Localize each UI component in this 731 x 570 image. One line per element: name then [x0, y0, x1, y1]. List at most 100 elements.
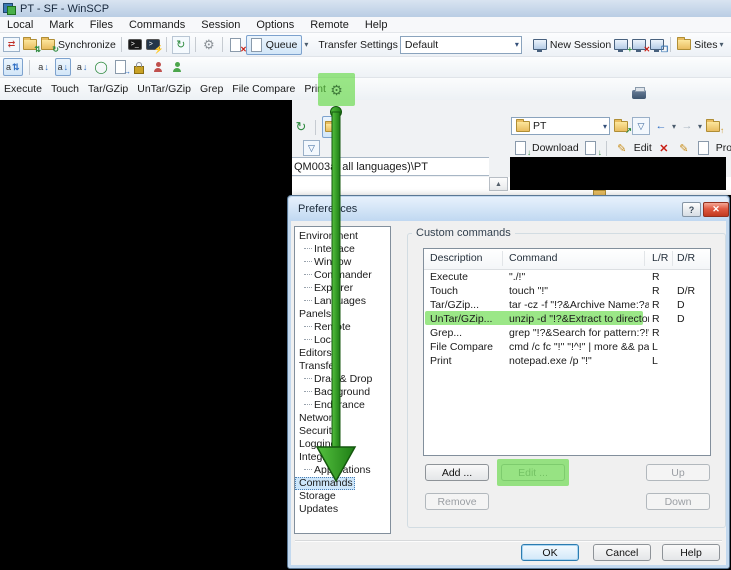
menu-commands[interactable]: Commands — [129, 19, 185, 31]
table-row[interactable]: Tar/GZip... tar -cz -f "!?&Archive Name:… — [424, 298, 710, 312]
tree-item-integration[interactable]: Integration — [295, 451, 390, 464]
properties-button[interactable]: Properti — [716, 142, 731, 154]
sort-time-icon[interactable]: ◯ — [93, 59, 109, 75]
cmd-touch-button[interactable]: Touch — [51, 83, 79, 95]
synchronize-browsing-icon[interactable]: ⇅ — [22, 37, 38, 53]
menu-remote[interactable]: Remote — [310, 19, 349, 31]
preferences-gear-icon[interactable]: ⚙ — [201, 37, 217, 53]
tree-item-commands-selected[interactable]: Commands — [295, 477, 355, 490]
download-button[interactable]: Download — [532, 142, 579, 154]
scrollbar-up-button[interactable]: ▲ — [489, 177, 508, 191]
forward-icon[interactable]: → — [679, 118, 695, 134]
menu-help[interactable]: Help — [365, 19, 388, 31]
sort-ext-icon[interactable]: a↓ — [74, 59, 90, 75]
drive-combobox[interactable]: PT ▾ — [511, 117, 610, 135]
sort-name-asc-icon[interactable]: a↓ — [36, 59, 52, 75]
tree-item-storage[interactable]: Storage — [295, 490, 390, 503]
tree-item-commander[interactable]: Commander — [295, 269, 390, 282]
col-description[interactable]: Description — [430, 252, 483, 264]
tree-item-editors[interactable]: Editors — [295, 347, 390, 360]
new-session-icon[interactable] — [532, 37, 548, 53]
ok-button[interactable]: OK — [521, 544, 579, 561]
edit-button[interactable]: Edit — [634, 142, 652, 154]
close-icon[interactable]: ✕ — [703, 202, 729, 217]
table-row-untargzip-highlighted[interactable]: UnTar/GZip... unzip -d "!?&Extract to di… — [424, 312, 710, 326]
abort-queue-icon[interactable]: ✕ — [228, 37, 244, 53]
col-command[interactable]: Command — [509, 252, 557, 264]
sort-rights-icon[interactable] — [131, 59, 147, 75]
duplicate-session-icon[interactable]: ❐ — [649, 37, 665, 53]
console-icon[interactable]: >_ — [127, 37, 143, 53]
tree-item-logging[interactable]: Logging — [295, 438, 390, 451]
new-session-button[interactable]: New Session — [550, 39, 611, 51]
tree-item-interface[interactable]: Interface — [295, 243, 390, 256]
menu-mark[interactable]: Mark — [49, 19, 73, 31]
tree-item-local[interactable]: Local — [295, 334, 390, 347]
dialog-help-icon[interactable]: ? — [682, 202, 701, 217]
table-row[interactable]: Print notepad.exe /p "!" L — [424, 354, 710, 368]
sort-owner-icon[interactable] — [150, 59, 166, 75]
tree-item-remote[interactable]: Remote — [295, 321, 390, 334]
cmd-targzip-button[interactable]: Tar/GZip — [88, 83, 128, 95]
preferences-gear-icon[interactable]: ⚙ — [330, 83, 343, 97]
download-and-delete-icon[interactable]: ↓ — [583, 140, 599, 156]
tree-item-background[interactable]: Background — [295, 386, 390, 399]
tree-item-languages[interactable]: Languages — [295, 295, 390, 308]
table-row[interactable]: Grep... grep "!?&Search for pattern:?!".… — [424, 326, 710, 340]
parent-directory-icon[interactable]: ↑ — [705, 118, 721, 134]
cancel-button[interactable]: Cancel — [593, 544, 651, 561]
tree-item-network[interactable]: Network — [295, 412, 390, 425]
up-button[interactable]: Up — [646, 464, 710, 481]
cmd-grep-button[interactable]: Grep — [200, 83, 223, 95]
filter-icon[interactable]: ▽ — [303, 140, 320, 156]
tree-item-panels[interactable]: Panels — [295, 308, 390, 321]
compare-panels-icon[interactable]: ⇄ — [3, 37, 20, 52]
tree-item-environment[interactable]: Environment — [295, 230, 390, 243]
filter-icon[interactable]: ▽ — [632, 117, 650, 135]
tree-item-endurance[interactable]: Endurance — [295, 399, 390, 412]
refresh-icon[interactable]: ↻ — [172, 36, 190, 54]
sort-name-toggle[interactable]: a↓ — [55, 58, 72, 76]
sort-both-toggle[interactable]: a⇅ — [3, 58, 23, 76]
cmd-execute-button[interactable]: Execute — [4, 83, 42, 95]
sites-folder-icon[interactable] — [676, 37, 692, 53]
down-button[interactable]: Down — [646, 493, 710, 510]
table-row[interactable]: Touch touch "!" R D/R — [424, 284, 710, 298]
cmd-filecompare-button[interactable]: File Compare — [232, 83, 295, 95]
printer-icon[interactable] — [631, 84, 647, 100]
close-session-icon[interactable]: ✕ — [631, 37, 647, 53]
open-terminal-icon[interactable]: >⚡ — [145, 37, 161, 53]
tree-item-transfer[interactable]: Transfer — [295, 360, 390, 373]
menu-files[interactable]: Files — [90, 19, 113, 31]
menu-options[interactable]: Options — [256, 19, 294, 31]
tree-view-toggle[interactable] — [322, 116, 340, 138]
rename-pencil-icon[interactable]: ✎ — [676, 140, 692, 156]
tree-item-updates[interactable]: Updates — [295, 503, 390, 516]
synchronize-button[interactable]: Synchronize — [58, 39, 116, 51]
attach-session-icon[interactable]: + — [613, 37, 629, 53]
synchronize-icon[interactable]: ↻ — [40, 37, 56, 53]
help-button[interactable]: Help — [662, 544, 720, 561]
back-dropdown-arrow[interactable]: ▾ — [672, 122, 676, 131]
transfer-settings-combobox[interactable]: Default ▾ — [400, 36, 522, 54]
tree-item-explorer[interactable]: Explorer — [295, 282, 390, 295]
menu-local[interactable]: Local — [7, 19, 33, 31]
table-row[interactable]: File Compare cmd /c fc "!" "!^!" | more … — [424, 340, 710, 354]
cmd-untargzip-button[interactable]: UnTar/GZip — [137, 83, 191, 95]
remote-path-bar[interactable]: QM003a; all languages)\PT — [292, 157, 489, 176]
queue-dropdown-arrow[interactable]: ▾ — [304, 40, 308, 49]
sort-group-icon[interactable] — [169, 59, 185, 75]
add-button[interactable]: Add ... — [425, 464, 489, 481]
remove-button[interactable]: Remove — [425, 493, 489, 510]
sort-size-icon[interactable]: → — [112, 59, 128, 75]
tree-item-window[interactable]: Window — [295, 256, 390, 269]
properties-page-icon[interactable] — [696, 140, 712, 156]
tree-item-security[interactable]: Security — [295, 425, 390, 438]
menu-session[interactable]: Session — [201, 19, 240, 31]
col-lr[interactable]: L/R — [652, 252, 668, 264]
queue-toggle-button[interactable]: Queue — [246, 35, 303, 55]
forward-dropdown-arrow[interactable]: ▾ — [698, 122, 702, 131]
sites-button[interactable]: Sites — [694, 39, 717, 51]
edit-pencil-icon[interactable]: ✎ — [614, 140, 630, 156]
open-directory-icon[interactable]: ↗ — [613, 118, 629, 134]
